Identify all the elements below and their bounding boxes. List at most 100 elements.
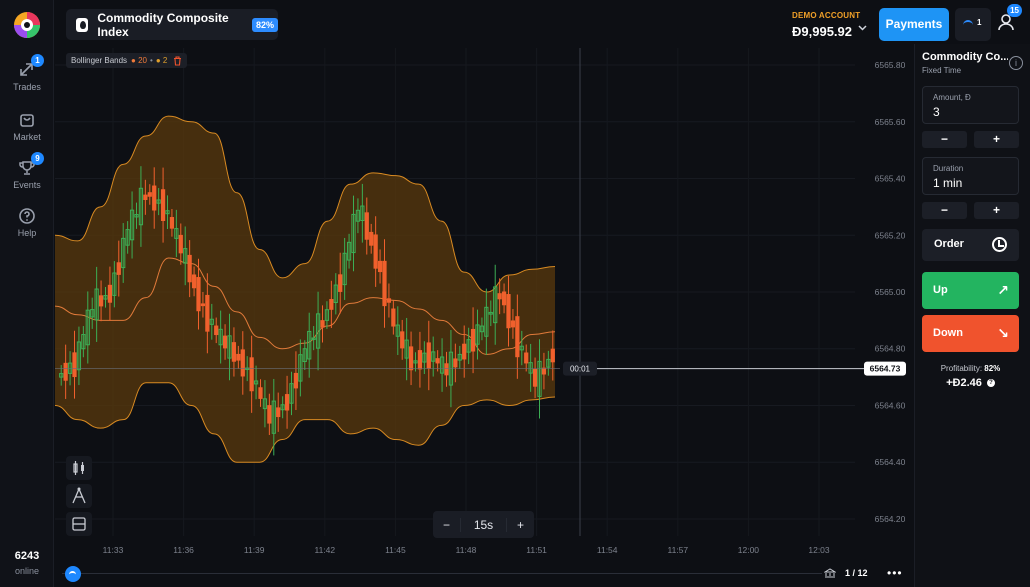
candle-down [231, 342, 237, 362]
candle-down [187, 254, 192, 283]
sidebar-item-help[interactable]: Help [0, 206, 54, 238]
candle-down [147, 192, 152, 197]
y-tick-label: 6564.40 [875, 457, 906, 467]
y-tick-label: 6565.00 [875, 287, 906, 297]
candle-down [550, 348, 555, 363]
candle-down [435, 358, 440, 364]
y-tick-label: 6565.60 [875, 117, 906, 127]
candle-down [63, 362, 68, 381]
drawing-icon [72, 487, 86, 504]
commodity-icon [76, 17, 89, 32]
help-circle-icon[interactable]: ? [986, 379, 995, 388]
profitability-label: Profitability: [940, 364, 983, 373]
up-button[interactable]: Up ↗ [922, 272, 1019, 309]
chart-type-button[interactable] [66, 456, 92, 480]
candle-down [377, 260, 383, 273]
clock-icon [992, 237, 1007, 252]
down-label: Down [933, 327, 963, 339]
timeframe-value[interactable]: 15s [460, 517, 507, 532]
duration-input[interactable]: 1 min [933, 176, 1008, 190]
indicator-period-value: 20 [138, 56, 148, 65]
duration-minus-button[interactable]: − [922, 202, 967, 219]
payments-button[interactable]: Payments [879, 8, 949, 41]
candle-down [386, 298, 392, 303]
candle-down [417, 350, 423, 370]
candle-down [72, 352, 77, 378]
candle-down [236, 353, 241, 361]
drawing-tools-button[interactable] [66, 484, 92, 508]
indicator-tag[interactable]: Bollinger Bands ● 20 • ● 2 [66, 53, 188, 68]
price-chart[interactable]: 00:01 6565.80 6565.60 6565.40 6565.20 6565.0… [54, 48, 910, 568]
profit-amount: +Đ2.46 ? [922, 377, 1019, 389]
timeframe-plus-button[interactable]: + [507, 518, 534, 532]
indicator-name: Bollinger Bands [71, 56, 128, 65]
duration-plus-button[interactable]: + [974, 202, 1019, 219]
candles-icon [73, 461, 84, 475]
current-price-tag: 6564.73 [864, 361, 906, 376]
sidebar-item-label: Events [13, 180, 41, 190]
current-price-label: 6564.73 [870, 364, 901, 374]
x-tick-label: 11:54 [597, 545, 618, 555]
down-button[interactable]: Down ↘ [922, 315, 1019, 352]
amount-input[interactable]: 3 [933, 105, 1008, 119]
timeframe-minus-button[interactable]: − [433, 518, 460, 532]
order-label: Order [934, 238, 964, 250]
candle-down [240, 349, 245, 377]
candle-down [501, 291, 507, 306]
x-tick-label: 11:39 [244, 545, 265, 555]
y-tick-label: 6564.80 [875, 344, 906, 354]
candle-down [222, 335, 228, 349]
layout-button[interactable] [66, 512, 92, 536]
profit-amount-value: +Đ2.46 [946, 377, 982, 389]
chevron-down-icon [858, 25, 867, 31]
history-scroll-handle[interactable] [65, 566, 81, 582]
chart-canvas[interactable]: 00:01 6565.80 6565.60 6565.40 6565.20 6565.0… [54, 48, 910, 568]
amount-plus-button[interactable]: + [974, 131, 1019, 148]
trades-badge: 1 [31, 54, 44, 67]
amount-minus-button[interactable]: − [922, 131, 967, 148]
x-tick-label: 11:45 [385, 545, 406, 555]
sidebar-item-market[interactable]: Market [0, 110, 54, 142]
amount-field[interactable]: Amount, Đ 3 [922, 86, 1019, 124]
asset-selector[interactable]: Commodity Composite Index 82% [66, 9, 278, 40]
candle-down [196, 277, 201, 312]
duration-field[interactable]: Duration 1 min [922, 157, 1019, 195]
candle-down [373, 234, 378, 269]
sidebar-item-trades[interactable]: 1 Trades [0, 54, 54, 92]
x-tick-label: 11:48 [456, 545, 477, 555]
candle-down [453, 358, 458, 368]
account-switcher[interactable]: DEMO ACCOUNT Đ9,995.92 [792, 11, 872, 39]
indicator-separator: • [150, 56, 153, 65]
trash-icon[interactable] [173, 55, 182, 66]
more-button[interactable]: ••• [887, 566, 903, 580]
profitability-info: Profitability: 82% +Đ2.46 ? [922, 364, 1019, 389]
x-axis: 11:33 11:36 11:39 11:42 11:45 11:48 11:51 11:54… [103, 545, 830, 555]
x-tick-label: 11:42 [314, 545, 335, 555]
x-tick-label: 11:36 [173, 545, 194, 555]
candle-down [541, 367, 547, 375]
timeframe-control: − 15s + [433, 511, 534, 538]
candle-down [524, 352, 529, 364]
candle-down [267, 405, 272, 424]
indicator-period: ● 20 [131, 56, 148, 65]
app-logo[interactable] [11, 9, 43, 41]
sidebar-item-events[interactable]: 9 Events [0, 152, 54, 190]
profile-button[interactable]: 15 [996, 4, 1022, 34]
candle-down [205, 294, 210, 332]
bank-icon[interactable] [824, 568, 836, 578]
candle-down [143, 194, 148, 201]
open-trades-button[interactable]: 1 [955, 8, 991, 41]
candle-down [338, 274, 343, 292]
info-icon[interactable]: i [1009, 56, 1023, 70]
x-tick-label: 12:03 [808, 545, 830, 555]
candle-down [400, 331, 405, 349]
indicator-deviation: ● 2 [155, 56, 168, 65]
candle-down [152, 185, 157, 211]
history-scroll-track[interactable] [62, 573, 822, 574]
trades-icon: 1 [17, 54, 44, 80]
page-indicator: 1 / 12 [845, 568, 868, 578]
candle-down [515, 316, 520, 358]
order-button[interactable]: Order [922, 229, 1019, 261]
market-icon [17, 110, 37, 130]
candle-down [160, 189, 166, 222]
